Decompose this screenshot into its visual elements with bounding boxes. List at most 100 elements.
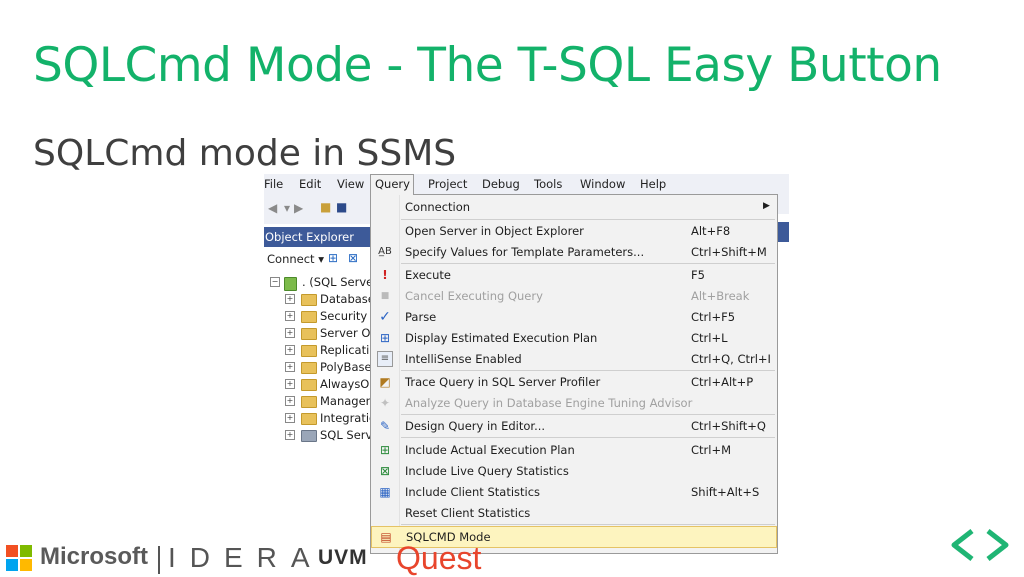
menu-item-label: Include Live Query Statistics — [405, 464, 569, 478]
tree-item-label: PolyBase — [320, 360, 372, 374]
dropdown-icon[interactable]: ▾ — [284, 201, 290, 215]
menu-query-label: Query — [375, 177, 410, 191]
previous-slide-icon[interactable] — [951, 529, 974, 561]
object-explorer-header: Object Explorer — [264, 227, 372, 247]
document-tab-strip — [778, 222, 789, 242]
menu-item-trace-profiler[interactable]: ◩ Trace Query in SQL Server Profiler Ctr… — [371, 372, 777, 392]
menu-item-estimated-plan[interactable]: ⊞ Display Estimated Execution Plan Ctrl+… — [371, 328, 777, 348]
expand-icon[interactable]: + — [285, 328, 295, 338]
tree-item-management[interactable]: + Managem — [264, 393, 372, 410]
menu-bar: File Edit View Project Debug Tools Windo… — [264, 174, 789, 194]
logo-divider — [158, 546, 160, 574]
idera-logo: IDERA — [168, 542, 324, 573]
expand-icon[interactable]: + — [285, 379, 295, 389]
connect-server-icon[interactable]: ⊞ — [328, 251, 338, 265]
menu-item-open-server[interactable]: Open Server in Object Explorer Alt+F8 — [371, 221, 777, 241]
tree-item-sql-server-agent[interactable]: + SQL Serve — [264, 427, 372, 444]
live-stats-icon: ⊠ — [379, 464, 391, 478]
quest-logo: Quest — [396, 540, 482, 576]
menu-item-label: Display Estimated Execution Plan — [405, 331, 598, 345]
menu-item-execute[interactable]: ! Execute F5 — [371, 265, 777, 285]
menu-item-template-params[interactable]: A̲B Specify Values for Template Paramete… — [371, 242, 777, 262]
tree-item-server-objects[interactable]: + Server Obj — [264, 325, 372, 342]
folder-icon — [301, 413, 317, 425]
menu-item-connection[interactable]: Connection ▶ — [371, 197, 777, 217]
tree-item-databases[interactable]: + Databases — [264, 291, 372, 308]
menu-item-shortcut: Shift+Alt+S — [691, 485, 760, 499]
submenu-arrow-icon: ▶ — [763, 201, 770, 211]
menu-separator — [401, 437, 775, 438]
back-icon[interactable]: ◀ — [268, 201, 277, 215]
tree-server-node[interactable]: − . (SQL Server 1 — [264, 274, 372, 291]
menu-project[interactable]: Project — [428, 177, 467, 191]
expand-icon[interactable]: + — [285, 345, 295, 355]
menu-item-client-stats[interactable]: ▦ Include Client Statistics Shift+Alt+S — [371, 482, 777, 502]
menu-separator — [401, 370, 775, 371]
menu-separator — [401, 219, 775, 220]
menu-view[interactable]: View — [337, 177, 364, 191]
expand-icon[interactable]: + — [285, 294, 295, 304]
menu-item-label: Analyze Query in Database Engine Tuning … — [405, 396, 693, 410]
collapse-icon[interactable]: − — [270, 277, 280, 287]
server-icon — [284, 277, 297, 291]
logo-square-yellow — [20, 559, 32, 571]
tree-item-label: Integratio — [320, 411, 372, 425]
disconnect-server-icon[interactable]: ⊠ — [348, 251, 358, 265]
menu-item-shortcut: Ctrl+F5 — [691, 310, 736, 324]
expand-icon[interactable]: + — [285, 311, 295, 321]
actual-plan-icon: ⊞ — [379, 443, 391, 457]
tree-item-label: Replicatio — [320, 343, 372, 357]
expand-icon[interactable]: + — [285, 430, 295, 440]
menu-item-actual-plan[interactable]: ⊞ Include Actual Execution Plan Ctrl+M — [371, 440, 777, 460]
tree-item-label: Managem — [320, 394, 372, 408]
menu-item-live-stats[interactable]: ⊠ Include Live Query Statistics — [371, 461, 777, 481]
tree-item-label: SQL Serve — [320, 428, 372, 442]
menu-item-tuning-advisor[interactable]: ✦ Analyze Query in Database Engine Tunin… — [371, 393, 777, 413]
menu-debug[interactable]: Debug — [482, 177, 520, 191]
menu-item-label: Execute — [405, 268, 451, 282]
folder-icon — [301, 311, 317, 323]
menu-edit[interactable]: Edit — [299, 177, 321, 191]
menu-item-design-query[interactable]: ✎ Design Query in Editor... Ctrl+Shift+Q — [371, 416, 777, 436]
execute-icon: ! — [382, 268, 388, 282]
menu-item-reset-client-stats[interactable]: Reset Client Statistics — [371, 503, 777, 523]
menu-item-label: Parse — [405, 310, 437, 324]
menu-window[interactable]: Window — [580, 177, 625, 191]
folder-icon — [301, 328, 317, 340]
forward-icon[interactable]: ▶ — [294, 201, 303, 215]
menu-item-intellisense[interactable]: ≡ IntelliSense Enabled Ctrl+Q, Ctrl+I — [371, 349, 777, 369]
menu-tools[interactable]: Tools — [534, 177, 562, 191]
menu-item-label: Include Actual Execution Plan — [405, 443, 575, 457]
tree-item-security[interactable]: + Security — [264, 308, 372, 325]
menu-item-parse[interactable]: ✓ Parse Ctrl+F5 — [371, 307, 777, 327]
nav-arrows — [951, 529, 1009, 561]
expand-icon[interactable]: + — [285, 396, 295, 406]
next-slide-icon[interactable] — [986, 529, 1009, 561]
template-params-icon: A̲B — [378, 246, 392, 257]
new-query-icon[interactable]: ■ — [320, 200, 331, 214]
query-menu-dropdown: Connection ▶ Open Server in Object Explo… — [370, 194, 778, 554]
expand-icon[interactable]: + — [285, 362, 295, 372]
menu-item-label: IntelliSense Enabled — [405, 352, 522, 366]
tree-item-integration[interactable]: + Integratio — [264, 410, 372, 427]
logo-square-green — [20, 545, 32, 557]
menu-file[interactable]: File — [264, 177, 283, 191]
save-icon[interactable]: ■ — [336, 200, 347, 214]
tree-item-replication[interactable]: + Replicatio — [264, 342, 372, 359]
tree-item-label: Databases — [320, 292, 372, 306]
menu-item-shortcut: Alt+F8 — [691, 224, 731, 238]
tree-item-label: Server Obj — [320, 326, 372, 340]
tree-item-alwayson[interactable]: + AlwaysOn — [264, 376, 372, 393]
logo-square-red — [6, 545, 18, 557]
expand-icon[interactable]: + — [285, 413, 295, 423]
menu-item-cancel-query[interactable]: ■ Cancel Executing Query Alt+Break — [371, 286, 777, 306]
menu-query[interactable]: Query — [370, 174, 414, 195]
connect-button[interactable]: Connect ▾ — [267, 252, 324, 266]
tree-item-polybase[interactable]: + PolyBase — [264, 359, 372, 376]
menu-help[interactable]: Help — [640, 177, 666, 191]
tree-server-label: . (SQL Server 1 — [302, 275, 372, 289]
menu-item-shortcut: Ctrl+M — [691, 443, 732, 457]
menu-item-shortcut: Alt+Break — [691, 289, 750, 303]
menu-item-label: Specify Values for Template Parameters..… — [405, 245, 645, 259]
slide-subtitle: SQLCmd mode in SSMS — [33, 133, 457, 174]
